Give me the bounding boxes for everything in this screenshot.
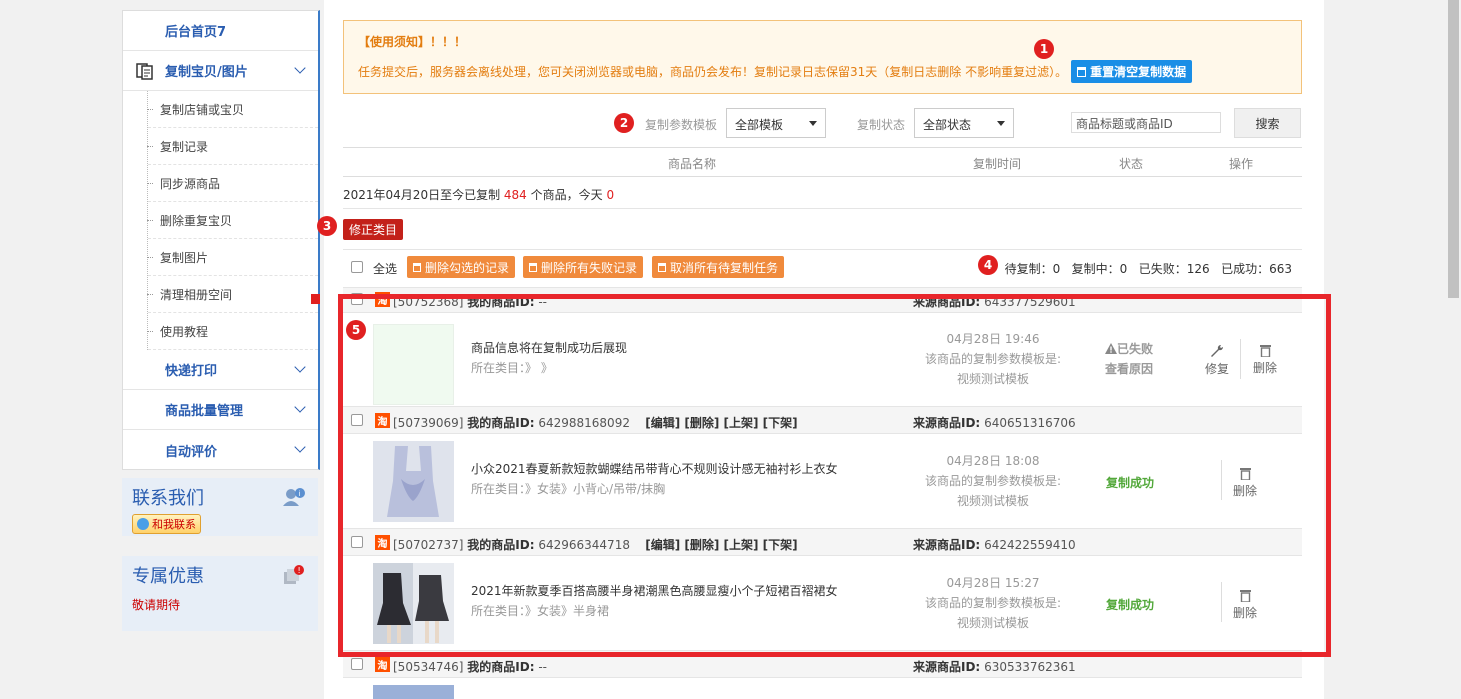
- summary-today: 0: [606, 188, 615, 202]
- col-name: 商品名称: [668, 157, 717, 171]
- chevron-down-icon: [294, 62, 306, 74]
- delete-selected-label: 删除勾选的记录: [425, 260, 510, 275]
- nav-home[interactable]: 后台首页7: [123, 11, 318, 51]
- caret-down-icon: [809, 121, 817, 126]
- step-badge-1: 1: [1034, 39, 1054, 59]
- user-info-icon: i: [283, 488, 305, 506]
- deals-box: 专属优惠 ! 敬请期待: [122, 556, 318, 631]
- sub-clean-album[interactable]: 清理相册空间: [147, 276, 318, 313]
- nav-express-label: 快递打印: [165, 364, 218, 379]
- highlight-box: [338, 294, 1331, 657]
- source-id-label: 来源商品ID:: [913, 660, 981, 674]
- copy-stats: 待复制：0 复制中：0 已失败：126 已成功：663: [1004, 262, 1292, 276]
- row-checkbox[interactable]: [351, 658, 363, 670]
- my-id-label: 我的商品ID:: [467, 660, 535, 674]
- main-panel: 【使用须知】！！！ 任务提交后，服务器会离线处理，您可关闭浏览器或电脑，商品仍会…: [317, 0, 1331, 699]
- record-id: [50534746]: [393, 660, 464, 674]
- nav-copy-label: 复制宝贝/图片: [165, 65, 248, 80]
- step-badge-3: 3: [317, 216, 337, 236]
- col-status: 状态: [1119, 157, 1144, 171]
- select-all-checkbox[interactable]: [351, 261, 363, 273]
- notice-body: 任务提交后，服务器会离线处理，您可关闭浏览器或电脑，商品仍会发布！复制记录日志保…: [358, 65, 1068, 79]
- delete-failed-button[interactable]: 删除所有失败记录: [523, 256, 644, 278]
- source-id-value: 630533762361: [984, 660, 1076, 674]
- summary-middle: 个商品，今天: [526, 188, 607, 202]
- alert-docs-icon: !: [284, 565, 304, 584]
- notice-head: 【使用须知】！！！: [358, 35, 467, 49]
- nav-batch[interactable]: 商品批量管理: [123, 390, 318, 430]
- select-all-label: 全选: [373, 262, 398, 276]
- my-id-value: --: [538, 660, 548, 674]
- cancel-pending-label: 取消所有待复制任务: [670, 260, 779, 275]
- nav-auto-review[interactable]: 自动评价: [123, 430, 318, 470]
- sub-delete-duplicates[interactable]: 删除重复宝贝: [147, 202, 318, 239]
- col-time: 复制时间: [973, 157, 1022, 171]
- svg-text:i: i: [299, 490, 301, 498]
- caret-down-icon: [997, 121, 1005, 126]
- sidebar: 后台首页7 复制宝贝/图片 复制店铺或宝贝 复制记录 同步源商品 删除重复宝贝 …: [122, 10, 320, 470]
- reset-data-button[interactable]: 重置清空复制数据: [1071, 60, 1193, 83]
- fix-category-button[interactable]: 修正类目: [343, 219, 404, 240]
- sub-tutorial[interactable]: 使用教程: [147, 313, 318, 350]
- sub-copy-shop[interactable]: 复制店铺或宝贝: [147, 91, 318, 128]
- cancel-pending-button[interactable]: 取消所有待复制任务: [652, 256, 785, 278]
- taobao-icon: 淘: [375, 657, 390, 672]
- scrollbar-thumb[interactable]: [1448, 0, 1459, 298]
- trash-icon: [1077, 66, 1087, 77]
- contact-me-label: 和我联系: [152, 518, 196, 531]
- filter-row: 复制参数模板 全部模板 复制状态 全部状态 商品标题或商品ID 搜索: [343, 108, 1302, 138]
- sub-copy-images[interactable]: 复制图片: [147, 239, 318, 276]
- chevron-down-icon: [294, 441, 306, 453]
- scrollbar[interactable]: [1446, 0, 1461, 699]
- delete-failed-label: 删除所有失败记录: [541, 260, 638, 275]
- notice-box: 【使用须知】！！！ 任务提交后，服务器会离线处理，您可关闭浏览器或电脑，商品仍会…: [343, 20, 1302, 94]
- summary-count: 484: [503, 188, 527, 202]
- nav-copy-section[interactable]: 复制宝贝/图片: [123, 51, 318, 91]
- chevron-down-icon: [294, 401, 306, 413]
- step-badge-4: 4: [978, 255, 998, 275]
- nav-home-label: 后台首页7: [165, 25, 227, 40]
- status-filter-label: 复制状态: [857, 118, 906, 132]
- step-badge-5: 5: [346, 320, 366, 340]
- template-select-value: 全部模板: [735, 118, 784, 132]
- sub-sync-source[interactable]: 同步源商品: [147, 165, 318, 202]
- qq-icon: [137, 518, 149, 530]
- contact-me-button[interactable]: 和我联系: [132, 514, 201, 534]
- col-op: 操作: [1229, 157, 1254, 171]
- status-select-value: 全部状态: [923, 118, 972, 132]
- search-input[interactable]: 商品标题或商品ID: [1071, 112, 1221, 133]
- contact-box: 联系我们 i 和我联系: [122, 478, 318, 536]
- divider: [343, 249, 1302, 250]
- reset-data-label: 重置清空复制数据: [1090, 65, 1187, 79]
- action-row: 全选 删除勾选的记录 删除所有失败记录 取消所有待复制任务 待复制：0 复制中：…: [343, 256, 1302, 278]
- chevron-down-icon: [294, 361, 306, 373]
- svg-text:!: !: [298, 566, 301, 575]
- status-select[interactable]: 全部状态: [914, 108, 1014, 138]
- nav-auto-review-label: 自动评价: [165, 444, 218, 460]
- trash-icon: [413, 262, 421, 272]
- template-filter-label: 复制参数模板: [645, 118, 718, 132]
- divider: [343, 208, 1302, 209]
- template-select[interactable]: 全部模板: [726, 108, 826, 138]
- trash-icon: [658, 262, 666, 272]
- active-marker: [311, 294, 320, 304]
- sub-copy-records[interactable]: 复制记录: [147, 128, 318, 165]
- summary-prefix: 2021年04月20日至今已复制: [343, 188, 504, 202]
- nav-express[interactable]: 快递打印: [123, 350, 318, 390]
- copy-submenu: 复制店铺或宝贝 复制记录 同步源商品 删除重复宝贝 复制图片 清理相册空间 使用…: [147, 91, 318, 350]
- document-icon: [136, 63, 153, 80]
- table-header: 商品名称 复制时间 状态 操作: [343, 147, 1302, 177]
- copy-summary: 2021年04月20日至今已复制 484 个商品，今天 0: [343, 186, 614, 203]
- trash-icon: [529, 262, 537, 272]
- nav-batch-label: 商品批量管理: [165, 404, 244, 419]
- search-button[interactable]: 搜索: [1234, 108, 1301, 138]
- delete-selected-button[interactable]: 删除勾选的记录: [407, 256, 516, 278]
- product-thumbnail[interactable]: [373, 685, 454, 699]
- deals-text: 敬请期待: [132, 598, 181, 612]
